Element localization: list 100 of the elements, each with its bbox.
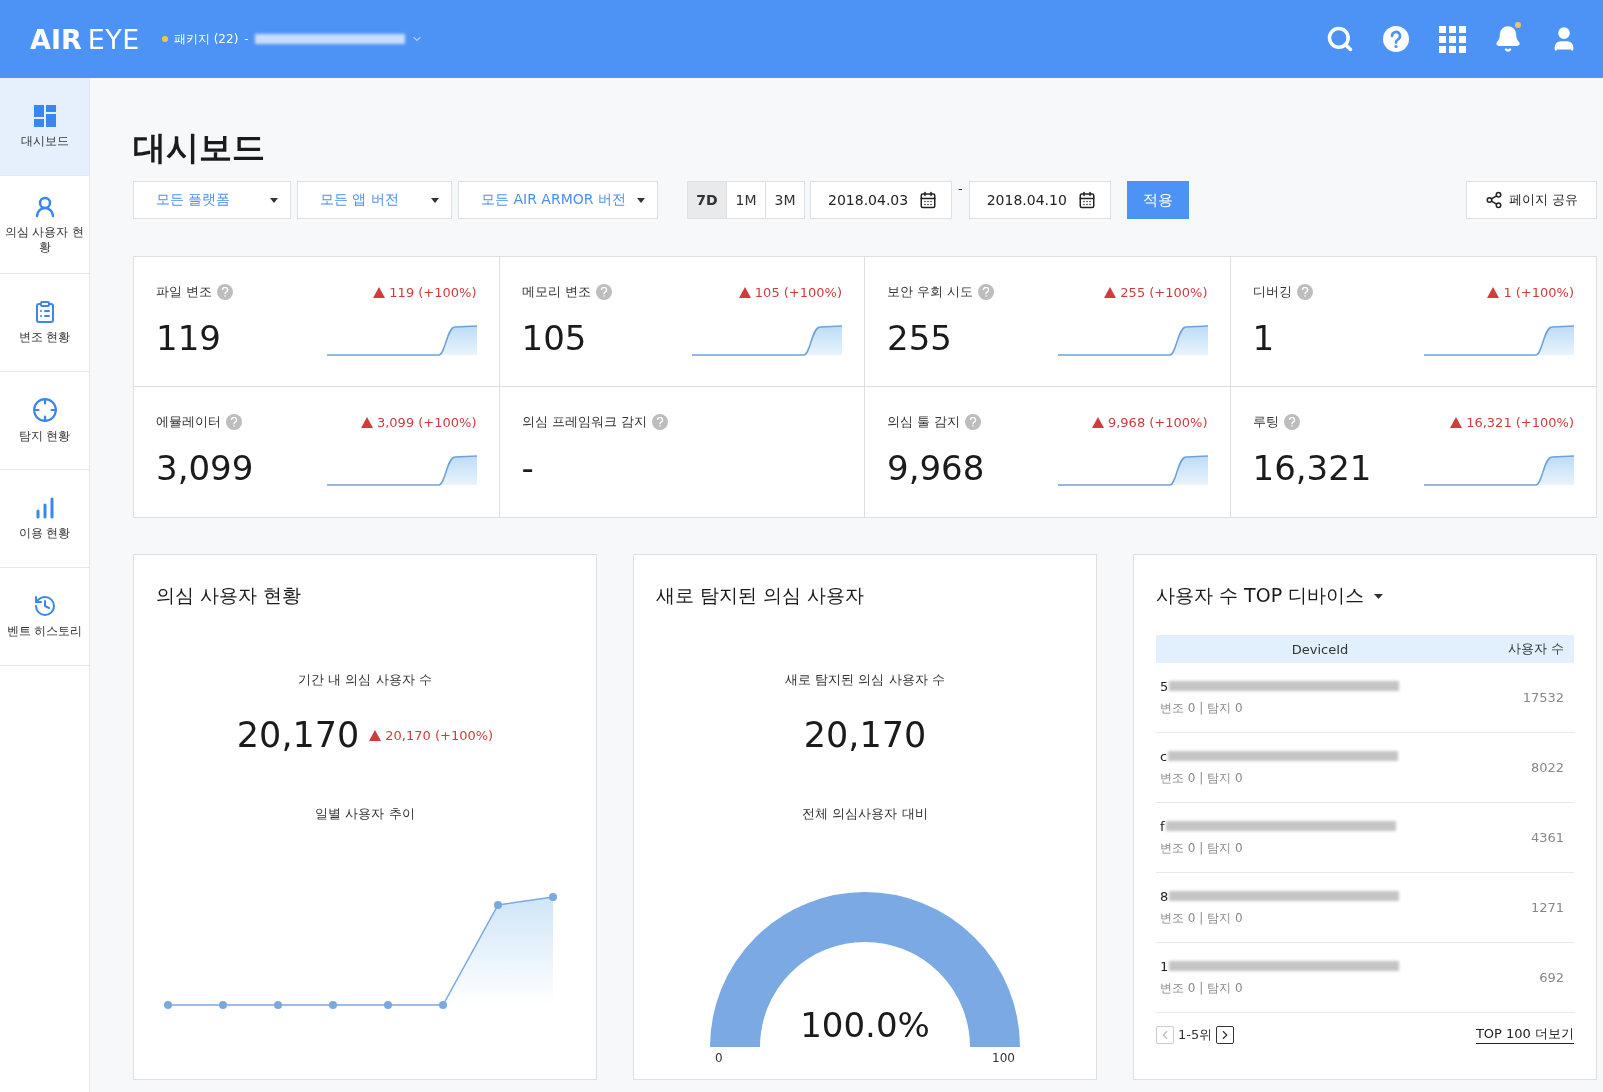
sidebar-label: 이용 현황 <box>18 526 71 541</box>
help-icon[interactable] <box>965 414 982 430</box>
device-row[interactable]: 1 변조 0 | 탐지 0 692 <box>1156 943 1574 1013</box>
stat-value: 20,170 <box>803 715 927 755</box>
share-button[interactable]: 페이지 공유 <box>1465 181 1597 219</box>
next-page-button[interactable] <box>1216 1025 1235 1044</box>
device-row[interactable]: c 변조 0 | 탐지 0 8022 <box>1156 733 1574 803</box>
calendar-icon <box>919 191 937 209</box>
metric-value: 105 <box>521 319 587 357</box>
sidebar-label: 벤트 히스토리 <box>6 624 83 639</box>
device-id: 8 <box>1160 888 1169 904</box>
metric-label: 보안 우회 시도 <box>887 283 974 301</box>
status-dot <box>161 36 168 42</box>
caret-icon <box>431 197 439 203</box>
bell-icon[interactable] <box>1493 24 1523 54</box>
sidebar-label: 변조 현황 <box>18 330 71 345</box>
device-detail: 변조 0 | 탐지 0 <box>1160 699 1244 717</box>
metric-change: 3,099 (+100%) <box>360 414 477 430</box>
metric-change: 105 (+100%) <box>738 284 842 300</box>
help-icon[interactable] <box>1296 284 1313 300</box>
device-id: c <box>1160 748 1168 764</box>
device-id: 1 <box>1160 958 1169 974</box>
chart-label: 일별 사용자 추이 <box>315 805 415 823</box>
stat-value: 20,170 <box>236 715 360 755</box>
range-tab[interactable]: 7D <box>687 181 727 219</box>
end-date-field[interactable]: 2018.04.10 <box>968 181 1111 219</box>
device-detail: 변조 0 | 탐지 0 <box>1160 979 1244 997</box>
share-icon <box>1484 191 1503 209</box>
caret-icon <box>270 197 278 203</box>
search-icon[interactable] <box>1325 24 1355 54</box>
user-count: 1271 <box>1529 900 1564 915</box>
column-header: 사용자 수 <box>1506 640 1565 658</box>
card-title[interactable]: 사용자 수 TOP 디바이스 <box>1156 583 1384 609</box>
metric-label: 파일 변조 <box>156 283 213 301</box>
help-icon[interactable] <box>217 284 234 300</box>
date-text: 2018.04.10 <box>986 192 1067 208</box>
chart-point <box>549 893 557 901</box>
help-icon[interactable] <box>651 414 668 430</box>
metric-label: 에뮬레이터 <box>156 413 221 431</box>
chart-point <box>494 901 502 909</box>
device-row[interactable]: f 변조 0 | 탐지 0 4361 <box>1156 803 1574 873</box>
sidebar-item[interactable]: 대시보드 <box>0 78 89 176</box>
device-detail: 변조 0 | 탐지 0 <box>1160 769 1244 787</box>
caret-icon <box>637 197 645 203</box>
metric-value: 3,099 <box>156 449 254 487</box>
help-icon[interactable] <box>226 414 242 430</box>
dashboard-icon <box>32 104 57 128</box>
up-triangle-icon <box>360 416 373 428</box>
sidebar-label: 의심 사용자 현황 <box>3 224 86 255</box>
metric-value: 16,321 <box>1252 449 1372 487</box>
user-count: 692 <box>1538 970 1564 985</box>
crosshair-icon <box>31 397 58 423</box>
more-link[interactable]: TOP 100 더보기 <box>1475 1025 1574 1044</box>
card-title: 의심 사용자 현황 <box>156 583 302 608</box>
gauge-reading: 100.0% <box>800 1005 930 1045</box>
apps-grid-icon[interactable] <box>1437 24 1467 54</box>
chart-point <box>329 1001 337 1009</box>
separator-text: - <box>244 32 249 46</box>
metric-label: 의심 툴 감지 <box>887 413 961 431</box>
help-icon[interactable] <box>1283 414 1300 430</box>
chart-point <box>439 1001 447 1009</box>
sidebar-label: 탐지 현황 <box>18 429 71 444</box>
date-separator: - <box>958 181 963 196</box>
up-triangle-icon <box>373 286 386 298</box>
device-detail: 변조 0 | 탐지 0 <box>1160 909 1244 927</box>
chart-point <box>164 1001 172 1009</box>
metric-change: 1 (+100%) <box>1487 284 1574 300</box>
up-triangle-icon <box>1450 416 1463 428</box>
device-row[interactable]: 8 변조 0 | 탐지 0 1271 <box>1156 873 1574 943</box>
metric-value: 9,968 <box>887 449 985 487</box>
metric-value: - <box>521 449 534 487</box>
caret-icon <box>1374 593 1384 599</box>
device-row[interactable]: 5 변조 0 | 탐지 0 17532 <box>1156 663 1574 733</box>
range-tab[interactable]: 3M <box>765 181 805 219</box>
range-tab[interactable]: 1M <box>726 181 766 219</box>
history-icon <box>32 594 57 618</box>
device-detail: 변조 0 | 탐지 0 <box>1160 839 1244 857</box>
up-triangle-icon <box>1104 286 1117 298</box>
help-icon[interactable] <box>1381 24 1411 54</box>
metric-change: 255 (+100%) <box>1104 284 1208 300</box>
calendar-icon <box>1077 191 1096 209</box>
metric-label: 루팅 <box>1252 413 1279 431</box>
column-header: DeviceId <box>1290 641 1350 657</box>
help-icon[interactable] <box>978 284 995 300</box>
metric-label: 의심 프레임워크 감지 <box>521 413 647 431</box>
page-title: 대시보드 <box>133 130 265 166</box>
chart-point <box>219 1001 227 1009</box>
up-triangle-icon <box>1487 286 1500 298</box>
metric-change: 119 (+100%) <box>373 284 477 300</box>
metric-label: 디버깅 <box>1252 283 1292 301</box>
user-count: 4361 <box>1529 830 1564 845</box>
help-icon[interactable] <box>595 284 612 300</box>
metric-value: 119 <box>156 319 221 357</box>
metric-change: 9,968 (+100%) <box>1091 414 1208 430</box>
start-date-field[interactable]: 2018.04.03 <box>810 181 952 219</box>
date-text: 2018.04.03 <box>828 192 909 208</box>
user-count: 8022 <box>1529 760 1564 775</box>
device-id: 5 <box>1160 678 1169 694</box>
up-triangle-icon <box>1091 416 1104 428</box>
gauge-min-label: 0 <box>715 1051 723 1065</box>
